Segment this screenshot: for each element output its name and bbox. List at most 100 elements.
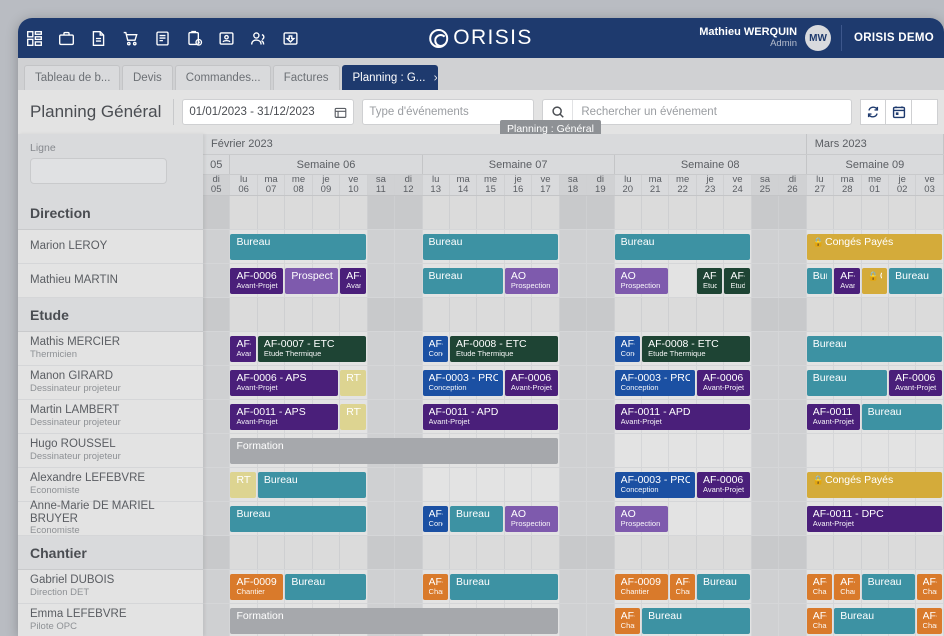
event-block[interactable]: AO Prospection <box>504 506 558 532</box>
event-block[interactable]: Bureau <box>642 608 750 634</box>
event-block[interactable]: AF-Etude <box>697 268 723 294</box>
event-block[interactable]: AF-0007 - ETC Etude Thermique <box>257 336 366 362</box>
event-block[interactable]: AF-0006 -Avant-Projet <box>230 268 284 294</box>
avatar[interactable]: MW <box>805 25 832 51</box>
event-block[interactable]: AF-0008 - ETC Etude Thermique <box>450 336 558 362</box>
resource-item[interactable]: Alexandre LEFEBVRE Economiste <box>18 468 203 502</box>
event-block[interactable]: AF-Chant <box>806 608 833 634</box>
tab-3[interactable]: Factures <box>272 65 340 90</box>
event-block[interactable]: Bureau <box>450 506 503 532</box>
event-block[interactable]: Bureau <box>806 336 942 362</box>
event-block[interactable]: AO Prospection <box>614 506 668 532</box>
event-block[interactable]: Bureau <box>257 472 366 498</box>
event-block[interactable]: AF-Chant <box>614 608 641 634</box>
event-block[interactable]: Bureau <box>422 234 558 260</box>
event-block[interactable]: Formation <box>230 608 558 634</box>
people-icon[interactable] <box>242 18 274 58</box>
event-block[interactable]: AF-Avant <box>230 336 256 362</box>
event-block[interactable]: AF-Chant <box>422 574 448 600</box>
event-block[interactable]: AF-Avant <box>340 268 366 294</box>
contact-card-icon[interactable] <box>210 18 242 58</box>
refresh-icon[interactable] <box>860 99 886 125</box>
event-block[interactable]: Bureau <box>450 574 558 600</box>
event-block[interactable]: AF-0003 - PRO Conception <box>614 472 695 498</box>
event-block[interactable]: AF-Etude <box>724 268 750 294</box>
tab-1[interactable]: Devis <box>122 65 173 90</box>
resource-item[interactable]: Emma LEFEBVRE Pilote OPC <box>18 604 203 636</box>
event-block[interactable]: RTT <box>230 472 256 498</box>
tab-0[interactable]: Tableau de b... <box>24 65 120 90</box>
event-block[interactable]: Bureau <box>422 268 503 294</box>
event-block[interactable]: Bureau <box>861 404 942 430</box>
clipboard-clock-icon[interactable] <box>178 18 210 58</box>
event-block[interactable]: AF-Chant <box>916 608 942 634</box>
calendar-icon[interactable] <box>886 99 912 125</box>
event-block[interactable]: AF-0009 -Chantier <box>614 574 668 600</box>
event-block[interactable]: Formation <box>230 438 558 464</box>
event-block[interactable]: Bureau <box>861 574 915 600</box>
tab-2[interactable]: Commandes... <box>174 65 271 90</box>
event-block[interactable]: AF-Conce <box>614 336 641 362</box>
event-block[interactable]: AF-Chant <box>669 574 695 600</box>
event-block[interactable]: AF-Conce <box>422 336 448 362</box>
event-block[interactable]: AF-0011 - APD Avant-Projet <box>422 404 558 430</box>
event-block[interactable]: AO Prospection <box>614 268 668 294</box>
invoice-icon[interactable] <box>146 18 178 58</box>
close-icon[interactable]: × <box>433 71 436 85</box>
event-block[interactable]: AF-Chant <box>834 574 860 600</box>
resource-item[interactable]: Mathis MERCIER Thermicien <box>18 332 203 366</box>
event-block[interactable]: Bureau <box>614 234 750 260</box>
resource-item[interactable]: Mathieu MARTIN <box>18 264 203 298</box>
resource-item[interactable]: Anne-Marie DE MARIEL BRUYER Economiste <box>18 500 203 536</box>
event-block[interactable]: Prospecti <box>285 268 339 294</box>
resource-item[interactable]: Martin LAMBERT Dessinateur projeteur <box>18 400 203 434</box>
event-block[interactable]: AF-0011 - DPC Avant-Projet <box>806 506 942 532</box>
document-icon[interactable] <box>82 18 114 58</box>
briefcase-icon[interactable] <box>50 18 82 58</box>
event-block[interactable]: 🔒Cɔ <box>861 268 888 294</box>
event-block[interactable]: Bureau <box>230 506 366 532</box>
event-block[interactable]: AF-0006 -Avant-Projet <box>697 370 750 396</box>
event-block[interactable]: Bureau <box>806 370 888 396</box>
event-title: AO <box>620 271 636 282</box>
dashboard-icon[interactable] <box>18 18 50 58</box>
event-block[interactable]: AF-0006 -Avant-Projet <box>889 370 942 396</box>
event-block[interactable]: Bureau <box>230 234 366 260</box>
event-block[interactable]: AF-0011 - APD Avant-Projet <box>614 404 750 430</box>
event-block[interactable]: AF-Chant <box>806 574 833 600</box>
event-block[interactable]: 🔒Congés Payés <box>806 472 942 498</box>
event-block[interactable]: AF-Chant <box>916 574 942 600</box>
extra-action-button[interactable] <box>912 99 938 125</box>
event-block[interactable]: AF-0003 - PRO Conception <box>614 370 695 396</box>
cart-icon[interactable] <box>114 18 146 58</box>
event-block[interactable]: AF-Conce <box>422 506 448 532</box>
event-block[interactable]: AF-0008 - ETC Etude Thermique <box>642 336 750 362</box>
date-range-field[interactable]: 01/01/2023 - 31/12/2023 <box>182 99 355 125</box>
inbox-download-icon[interactable] <box>274 18 306 58</box>
event-block[interactable]: AF-0009 -Chantier <box>230 574 284 600</box>
event-block[interactable]: 🔒Congés Payés <box>806 234 942 260</box>
resource-item[interactable]: Gabriel DUBOIS Direction DET <box>18 570 203 604</box>
event-block[interactable]: AF-0011 - APS Avant-Projet <box>230 404 339 430</box>
event-block[interactable]: Bureau <box>285 574 366 600</box>
event-block[interactable]: Bureau <box>697 574 750 600</box>
event-block[interactable]: AO Prospection <box>504 268 558 294</box>
resource-item[interactable]: Manon GIRARD Dessinateur projeteur <box>18 366 203 400</box>
event-block[interactable]: AF-Avant <box>834 268 860 294</box>
resource-filter-input[interactable] <box>30 158 167 184</box>
day-number: 06 <box>238 184 249 195</box>
resource-item[interactable]: Hugo ROUSSEL Dessinateur projeteur <box>18 434 203 468</box>
event-block[interactable]: AF-0006 - APS Avant-Projet <box>230 370 339 396</box>
event-block[interactable]: AF-0003 - PRO Conception <box>422 370 503 396</box>
search-input[interactable]: Rechercher un événement <box>573 100 851 124</box>
event-block[interactable]: AF-0011 - ,Avant-Projet <box>806 404 860 430</box>
event-block[interactable]: AF-0006 -Avant-Projet <box>697 472 750 498</box>
event-block[interactable]: AF-0006 -Avant-Projet <box>504 370 558 396</box>
event-block[interactable]: RTT <box>340 370 366 396</box>
resource-item[interactable]: Marion LEROY <box>18 230 203 264</box>
event-block[interactable]: Bureau <box>889 268 942 294</box>
event-block[interactable]: Bur <box>806 268 833 294</box>
event-block[interactable]: Bureau <box>834 608 915 634</box>
tab-4[interactable]: Planning : G... × <box>341 65 438 90</box>
event-block[interactable]: RTT <box>340 404 366 430</box>
